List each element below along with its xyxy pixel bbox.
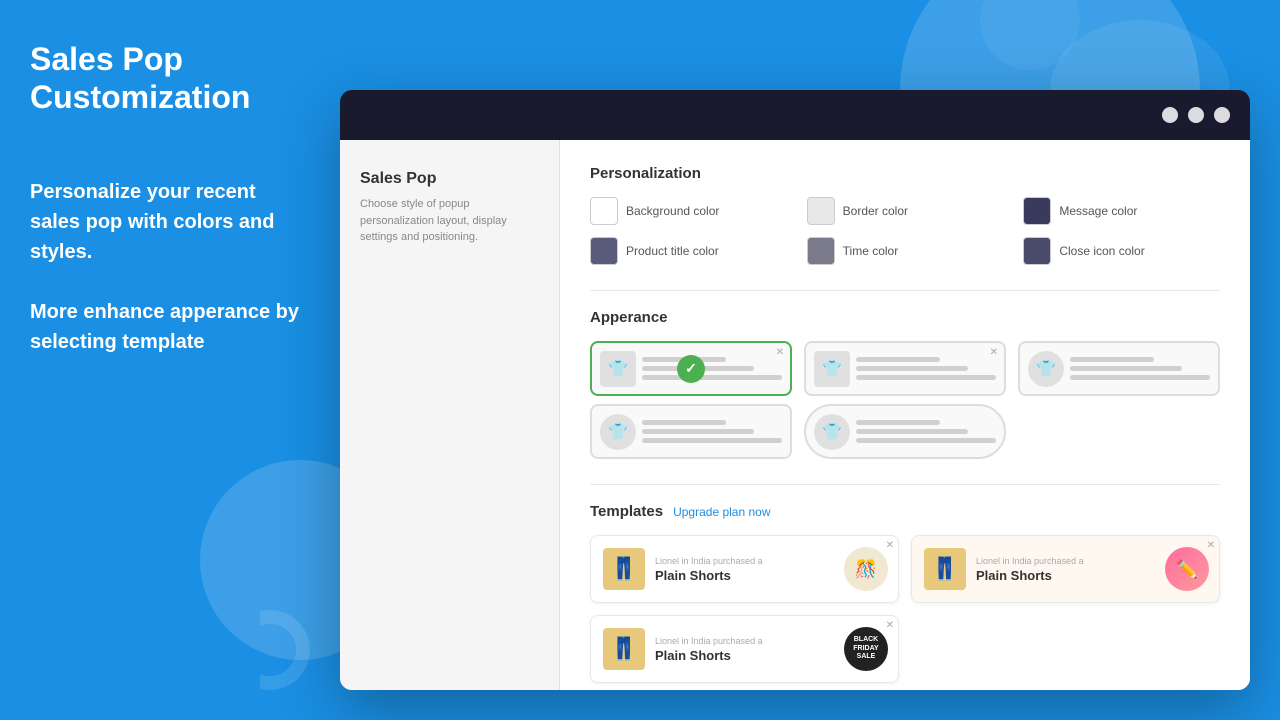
divider-2 <box>590 484 1220 485</box>
template-popup-3-close-icon[interactable]: ✕ <box>886 620 894 631</box>
appearance-grid-row1: 👕 ✓ ✕ 👕 <box>590 341 1220 396</box>
black-friday-badge-icon: BLACKFRIDAYSALE <box>844 627 888 671</box>
templates-header: Templates Upgrade plan now <box>590 503 1220 520</box>
template-4-lines <box>642 420 782 443</box>
template-popup-3-badge: BLACKFRIDAYSALE <box>844 627 888 671</box>
background-color-swatch[interactable] <box>590 197 618 225</box>
upgrade-plan-link[interactable]: Upgrade plan now <box>673 505 770 519</box>
template-line <box>1070 366 1182 371</box>
appearance-template-1[interactable]: 👕 ✓ ✕ <box>590 341 792 396</box>
template-line <box>642 375 782 380</box>
confetti-badge-icon: 🎊 <box>844 547 888 591</box>
message-color-swatch[interactable] <box>1023 197 1051 225</box>
appearance-grid-row2: 👕 👕 <box>590 404 1220 459</box>
template-popup-1[interactable]: 👖 Lionel in India purchased a Plain Shor… <box>590 535 899 603</box>
templates-grid: 👖 Lionel in India purchased a Plain Shor… <box>590 535 1220 683</box>
background-color-label: Background color <box>626 204 719 218</box>
window-btn-3[interactable] <box>1214 107 1230 123</box>
template-2-lines <box>856 357 996 380</box>
border-color-swatch[interactable] <box>807 197 835 225</box>
template-popup-2-product-img: 👖 <box>924 548 966 590</box>
selected-check-icon: ✓ <box>677 355 705 383</box>
template-line <box>856 429 968 434</box>
template-popup-3-product-img: 👖 <box>603 628 645 670</box>
window-body: Sales Pop Choose style of popup personal… <box>340 140 1250 690</box>
template-popup-2-badge: ✏️ <box>1165 547 1209 591</box>
appearance-template-3[interactable]: 👕 <box>1018 341 1220 396</box>
template-1-close-icon[interactable]: ✕ <box>776 347 784 358</box>
product-title-color-swatch[interactable] <box>590 237 618 265</box>
template-line <box>856 366 968 371</box>
window-btn-2[interactable] <box>1188 107 1204 123</box>
appearance-section-title: Apperance <box>590 309 1220 326</box>
main-window: Sales Pop Choose style of popup personal… <box>340 90 1250 690</box>
template-2-close-icon[interactable]: ✕ <box>990 347 998 358</box>
left-panel: Sales Pop Customization Personalize your… <box>0 0 340 720</box>
template-popup-1-product-img: 👖 <box>603 548 645 590</box>
template-line <box>856 357 940 362</box>
pink-badge-icon: ✏️ <box>1165 547 1209 591</box>
template-3-icon: 👕 <box>1028 351 1064 387</box>
close-icon-color-swatch[interactable] <box>1023 237 1051 265</box>
appearance-template-2[interactable]: 👕 ✕ <box>804 341 1006 396</box>
sidebar: Sales Pop Choose style of popup personal… <box>340 140 560 690</box>
template-5-icon: 👕 <box>814 414 850 450</box>
color-item-border[interactable]: Border color <box>807 197 1004 225</box>
template-popup-1-close-icon[interactable]: ✕ <box>886 540 894 551</box>
template-line <box>856 375 996 380</box>
template-line <box>642 420 726 425</box>
template-popup-2[interactable]: 👖 Lionel in India purchased a Plain Shor… <box>911 535 1220 603</box>
page-description: Personalize your recent sales pop with c… <box>30 177 310 357</box>
message-color-label: Message color <box>1059 204 1137 218</box>
template-popup-1-badge: 🎊 <box>844 547 888 591</box>
template-4-icon: 👕 <box>600 414 636 450</box>
personalization-section-title: Personalization <box>590 165 1220 182</box>
template-1-lines <box>642 357 782 380</box>
template-line <box>1070 357 1154 362</box>
template-line <box>856 420 940 425</box>
color-grid: Background color Border color Message co… <box>590 197 1220 265</box>
content-panel: Personalization Background color Border … <box>560 140 1250 690</box>
page-title: Sales Pop Customization <box>30 40 310 117</box>
template-2-icon: 👕 <box>814 351 850 387</box>
template-line <box>642 429 754 434</box>
border-color-label: Border color <box>843 204 908 218</box>
color-item-close-icon[interactable]: Close icon color <box>1023 237 1220 265</box>
color-item-background[interactable]: Background color <box>590 197 787 225</box>
time-color-label: Time color <box>843 244 899 258</box>
template-line <box>856 438 996 443</box>
window-btn-1[interactable] <box>1162 107 1178 123</box>
product-title-color-label: Product title color <box>626 244 719 258</box>
divider-1 <box>590 290 1220 291</box>
template-popup-2-close-icon[interactable]: ✕ <box>1207 540 1215 551</box>
time-color-swatch[interactable] <box>807 237 835 265</box>
sidebar-description: Choose style of popup personalization la… <box>360 196 539 246</box>
title-bar <box>340 90 1250 140</box>
template-line <box>642 438 782 443</box>
color-item-time[interactable]: Time color <box>807 237 1004 265</box>
appearance-placeholder <box>1018 404 1220 459</box>
appearance-template-5[interactable]: 👕 <box>804 404 1006 459</box>
close-icon-color-label: Close icon color <box>1059 244 1144 258</box>
color-item-message[interactable]: Message color <box>1023 197 1220 225</box>
templates-section-title: Templates <box>590 503 663 520</box>
template-3-lines <box>1070 357 1210 380</box>
sidebar-title: Sales Pop <box>360 170 539 188</box>
template-line <box>1070 375 1210 380</box>
template-popup-3[interactable]: 👖 Lionel in India purchased a Plain Shor… <box>590 615 899 683</box>
appearance-template-4[interactable]: 👕 <box>590 404 792 459</box>
color-item-product-title[interactable]: Product title color <box>590 237 787 265</box>
template-1-icon: 👕 <box>600 351 636 387</box>
template-5-lines <box>856 420 996 443</box>
